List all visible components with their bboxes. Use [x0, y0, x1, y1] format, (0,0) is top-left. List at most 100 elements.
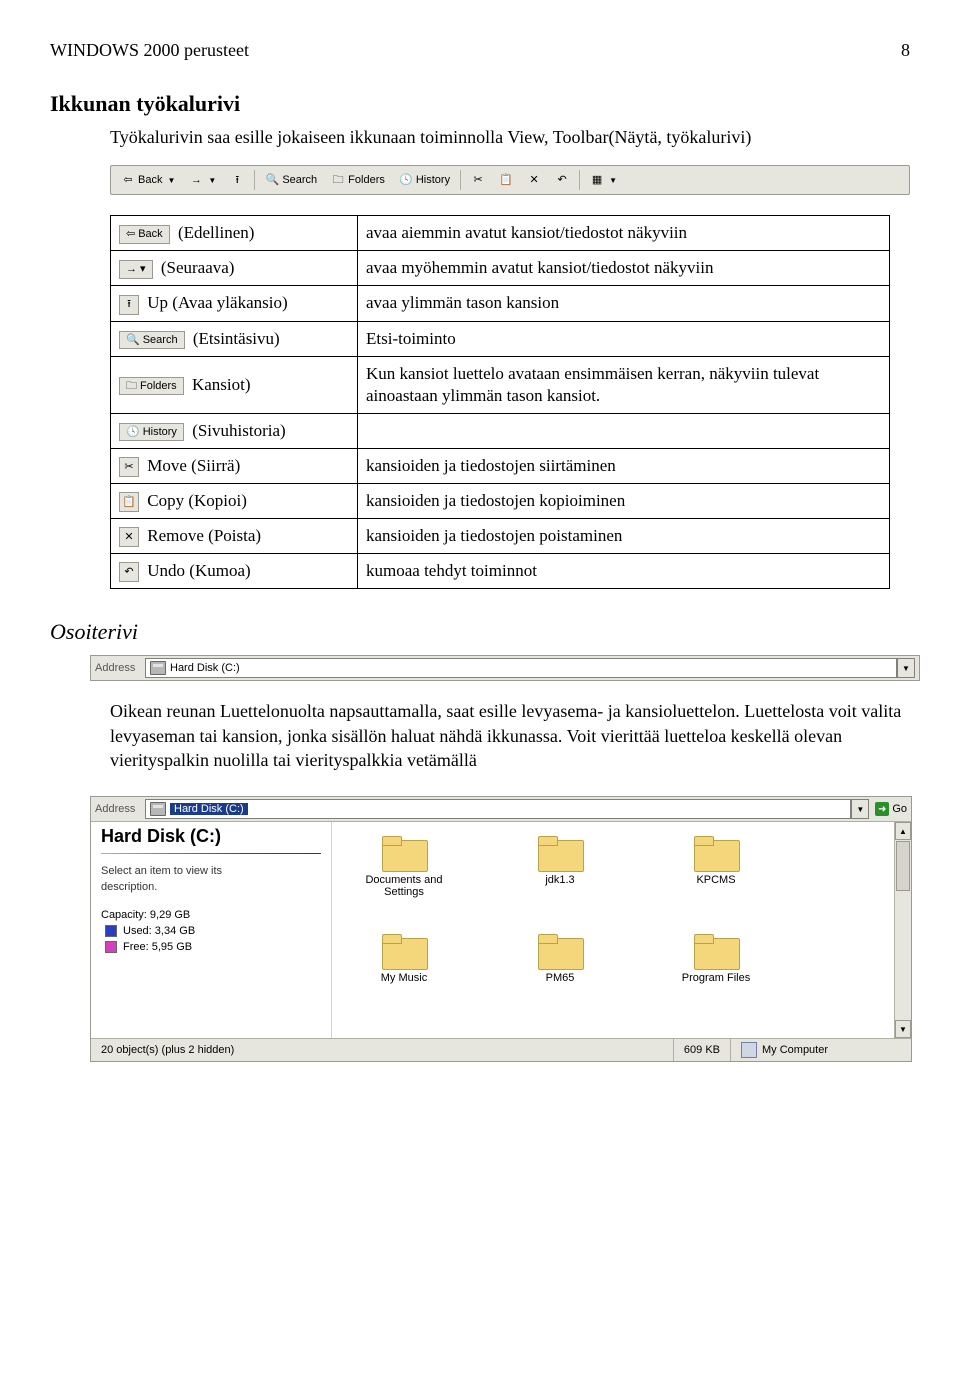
feature-suffix: Copy (Kopioi): [143, 491, 247, 510]
feature-desc-cell: kumoaa tehdyt toiminnot: [358, 554, 890, 589]
scroll-thumb[interactable]: [896, 841, 910, 891]
ss-address-bar: Address Hard Disk (C:) ▼ ➜ Go: [91, 797, 911, 822]
delete-button[interactable]: ✕: [521, 171, 547, 189]
status-right-label: My Computer: [762, 1044, 828, 1056]
history-icon: 🕓: [399, 173, 413, 187]
feature-button[interactable]: 🗀Folders: [119, 377, 184, 395]
feature-button-label: Back: [138, 227, 162, 241]
ss-body: Hard Disk (C:) Select an item to view it…: [91, 822, 911, 1038]
feature-button-icon: ⇦: [126, 227, 135, 241]
folders-icon: 🗀: [331, 173, 345, 187]
feature-button[interactable]: 📋: [119, 492, 139, 512]
feature-button[interactable]: → ▾: [119, 260, 153, 278]
up-icon: ⭱: [230, 173, 244, 187]
feature-name-cell: 📋 Copy (Kopioi): [111, 484, 358, 519]
folders-label: Folders: [348, 174, 385, 186]
table-row: ⭱ Up (Avaa yläkansio)avaa ylimmän tason …: [111, 286, 890, 321]
table-row: 📋 Copy (Kopioi)kansioiden ja tiedostojen…: [111, 484, 890, 519]
feature-button-label: Folders: [140, 379, 177, 393]
address-value: Hard Disk (C:): [170, 662, 240, 674]
feature-name-cell: 🗀Folders Kansiot): [111, 356, 358, 413]
folder-item[interactable]: jdk1.3: [514, 836, 606, 898]
go-button[interactable]: ➜ Go: [875, 802, 907, 816]
feature-desc-cell: avaa aiemmin avatut kansiot/tiedostot nä…: [358, 216, 890, 251]
history-button[interactable]: 🕓History: [393, 171, 456, 189]
back-label: Back: [138, 174, 162, 186]
folder-label: Program Files: [670, 972, 762, 984]
dropdown-icon: ▼: [609, 176, 617, 185]
folder-item[interactable]: Program Files: [670, 934, 762, 984]
feature-name-cell: ⇦Back (Edellinen): [111, 216, 358, 251]
select-description-1: Select an item to view its: [101, 864, 321, 879]
fwd-arrow-icon: →: [189, 173, 203, 187]
address-dropdown-button[interactable]: ▼: [897, 658, 915, 678]
search-label: Search: [282, 174, 317, 186]
feature-button-icon: 🔍: [126, 333, 140, 347]
views-button[interactable]: ▦▼: [584, 171, 623, 189]
back-button[interactable]: ⇦Back▼: [115, 171, 181, 189]
explorer-screenshot: Address Hard Disk (C:) ▼ ➜ Go Hard Disk …: [90, 796, 912, 1062]
used-label: Used: 3,34 GB: [123, 925, 195, 937]
go-label: Go: [892, 803, 907, 815]
folder-icon: [694, 836, 738, 870]
feature-button[interactable]: ✂: [119, 457, 139, 477]
ss-file-pane: Documents and Settings jdk1.3 KPCMS My Musi…: [332, 822, 894, 1038]
folder-item[interactable]: My Music: [358, 934, 450, 984]
forward-button[interactable]: →▼: [183, 171, 222, 189]
go-arrow-icon: ➜: [875, 802, 889, 816]
feature-button[interactable]: ⭱: [119, 295, 139, 315]
page-number: 8: [901, 40, 910, 61]
feature-suffix: (Seuraava): [157, 258, 235, 277]
feature-desc-cell: Kun kansiot luettelo avataan ensimmäisen…: [358, 356, 890, 413]
copy-button[interactable]: 📋: [493, 171, 519, 189]
search-icon: 🔍: [265, 173, 279, 187]
up-button[interactable]: ⭱: [224, 171, 250, 189]
scrollbar[interactable]: ▲ ▼: [894, 822, 911, 1038]
feature-desc-cell: avaa myöhemmin avatut kansiot/tiedostot …: [358, 251, 890, 286]
folders-button[interactable]: 🗀Folders: [325, 171, 391, 189]
feature-button-icon: ✂: [124, 460, 133, 474]
separator: [460, 170, 461, 190]
move-button[interactable]: ✂: [465, 171, 491, 189]
folder-label: KPCMS: [670, 874, 762, 886]
folder-label: jdk1.3: [514, 874, 606, 886]
separator: [579, 170, 580, 190]
undo-button[interactable]: ↶: [549, 171, 575, 189]
feature-suffix: Remove (Poista): [143, 526, 261, 545]
search-button[interactable]: 🔍Search: [259, 171, 323, 189]
folder-item[interactable]: PM65: [514, 934, 606, 984]
feature-button-icon: 🗀: [126, 379, 137, 393]
feature-button-icon: ↶: [124, 565, 133, 579]
address-label: Address: [95, 662, 145, 674]
status-bar: 20 object(s) (plus 2 hidden) 609 KB My C…: [91, 1038, 911, 1061]
separator: [254, 170, 255, 190]
drive-icon: [150, 661, 166, 675]
folder-item[interactable]: Documents and Settings: [358, 836, 450, 898]
folder-item[interactable]: KPCMS: [670, 836, 762, 898]
feature-suffix: (Edellinen): [174, 223, 255, 242]
intro-paragraph: Työkalurivin saa esille jokaiseen ikkuna…: [110, 125, 910, 149]
free-swatch-icon: [105, 941, 117, 953]
views-icon: ▦: [590, 173, 604, 187]
feature-button[interactable]: 🔍Search: [119, 331, 185, 349]
feature-desc-cell: [358, 413, 890, 448]
feature-button[interactable]: ↶: [119, 562, 139, 582]
delete-icon: ✕: [527, 173, 541, 187]
scroll-down-button[interactable]: ▼: [895, 1020, 911, 1038]
address-field[interactable]: Hard Disk (C:): [145, 799, 851, 819]
scroll-up-button[interactable]: ▲: [895, 822, 911, 840]
feature-desc-cell: kansioiden ja tiedostojen poistaminen: [358, 519, 890, 554]
address-dropdown-button[interactable]: ▼: [851, 799, 869, 819]
feature-button[interactable]: ✕: [119, 527, 139, 547]
copy-icon: 📋: [499, 173, 513, 187]
feature-button[interactable]: ⇦Back: [119, 225, 170, 243]
feature-name-cell: ↶ Undo (Kumoa): [111, 554, 358, 589]
status-right: My Computer: [731, 1039, 911, 1061]
feature-suffix: (Etsintäsivu): [189, 329, 280, 348]
feature-desc-cell: kansioiden ja tiedostojen siirtäminen: [358, 448, 890, 483]
address-label: Address: [95, 803, 145, 815]
feature-button[interactable]: 🕓History: [119, 423, 184, 441]
section-title-toolbar: Ikkunan työkalurivi: [50, 91, 910, 117]
folder-icon: [382, 836, 426, 870]
address-field[interactable]: Hard Disk (C:): [145, 658, 897, 678]
